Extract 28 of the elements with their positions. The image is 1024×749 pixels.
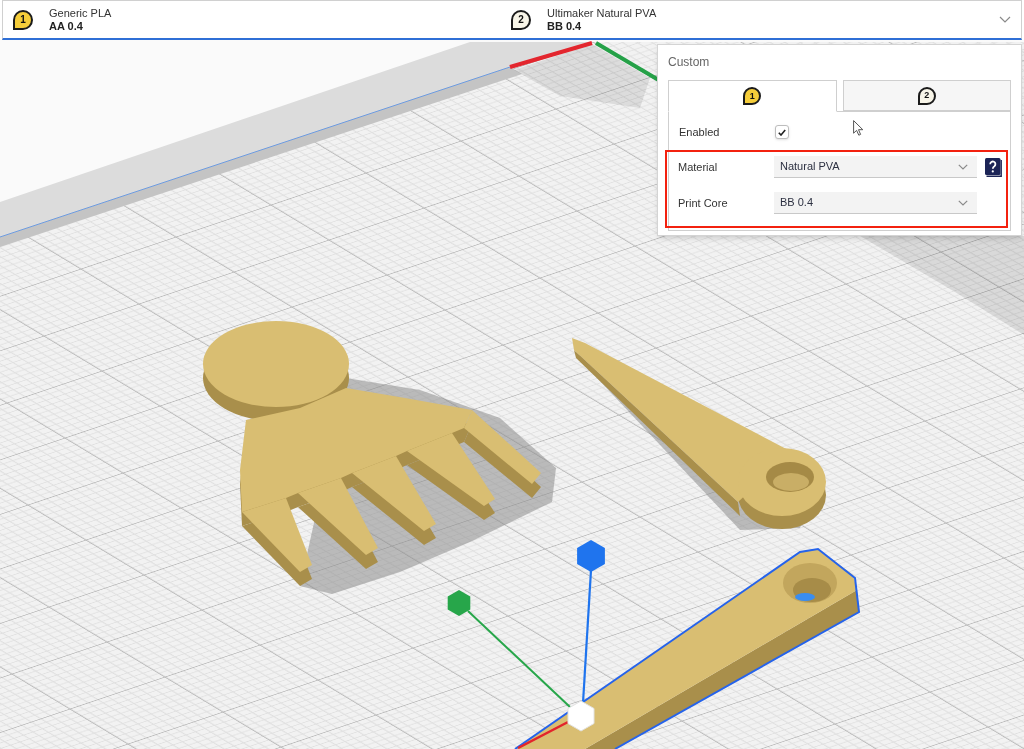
chevron-down-icon (999, 16, 1011, 23)
setting-label: Enabled (679, 124, 721, 140)
z-axis-handle[interactable] (577, 540, 605, 704)
setting-label: Material (678, 159, 719, 175)
extruder-tab[interactable]: 1 (668, 80, 837, 112)
y-axis-handle[interactable] (447, 590, 571, 708)
material-name: Ultimaker Natural PVA (547, 6, 657, 20)
checkbox[interactable] (775, 125, 789, 139)
mouse-pointer-icon (853, 120, 864, 136)
help-book-icon[interactable] (985, 157, 1002, 177)
extruder-bar[interactable]: 1 Generic PLA AA 0.4 2 Ultimaker Natural PVA BB 0.4 (2, 0, 1022, 40)
center-handle[interactable] (567, 700, 595, 732)
chevron-down-icon (958, 199, 968, 206)
material-name: Generic PLA (49, 6, 112, 20)
extruder-number: 2 (917, 86, 936, 105)
checkmark-icon (778, 128, 786, 136)
extruder-number: 1 (743, 87, 762, 105)
dropdown[interactable]: Natural PVA (774, 156, 977, 178)
extruder-number: 1 (13, 9, 33, 30)
dropdown[interactable]: BB 0.4 (774, 192, 977, 214)
setting-label: Print Core (678, 195, 729, 211)
chevron-down-icon (958, 163, 968, 170)
extruder-tab[interactable]: 2 (842, 80, 1011, 111)
print-core-name: AA 0.4 (49, 19, 84, 33)
print-core-name: BB 0.4 (547, 19, 583, 33)
panel-title: Custom (668, 54, 711, 70)
extruder-number: 2 (511, 9, 531, 30)
x-axis-handle[interactable] (517, 720, 569, 749)
